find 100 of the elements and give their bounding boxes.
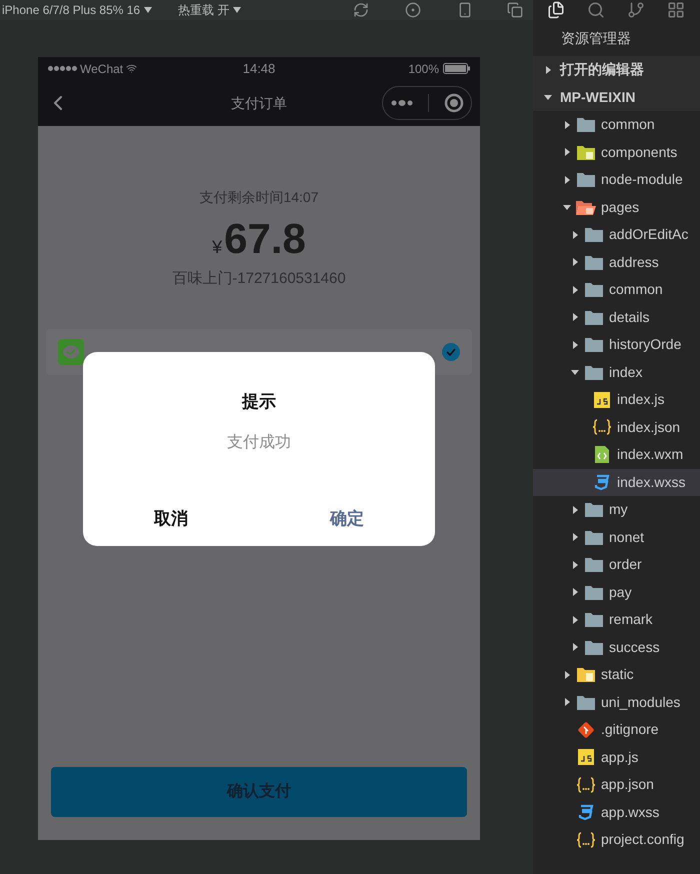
tree-item-label: index.json: [617, 418, 680, 437]
folder-icon: [585, 337, 603, 352]
tree-item[interactable]: index.wxss: [533, 468, 700, 496]
tree-item[interactable]: components: [533, 138, 700, 166]
extensions-icon[interactable]: [667, 1, 685, 19]
cancel-button[interactable]: 取消: [83, 506, 259, 530]
tree-item[interactable]: app.wxss: [533, 798, 700, 826]
caret-right-icon[interactable]: [563, 670, 571, 679]
device-select[interactable]: iPhone 6/7/8 Plus 85% 16: [2, 4, 152, 16]
tree-item[interactable]: success: [533, 634, 700, 661]
tree-item[interactable]: common: [533, 111, 700, 138]
tree-item[interactable]: app.js: [533, 744, 700, 771]
tree-item[interactable]: common: [533, 276, 700, 304]
caret-down-icon[interactable]: [544, 93, 552, 102]
files-icon[interactable]: [547, 1, 565, 19]
js-file-icon: [594, 392, 610, 408]
caret-down-icon: [144, 7, 152, 13]
caret-right-icon[interactable]: [571, 588, 579, 596]
chat-app-icon: [58, 338, 84, 364]
tree-item[interactable]: nonet: [533, 524, 700, 551]
hot-reload-select[interactable]: 热重载 开: [178, 4, 242, 16]
caret-right-icon[interactable]: [563, 698, 571, 706]
caret-right-icon[interactable]: [571, 313, 579, 322]
caret-right-icon[interactable]: [563, 176, 571, 184]
folder-icon: [577, 144, 595, 160]
tree-item-label: success: [609, 638, 660, 657]
tree-item[interactable]: pages: [533, 194, 700, 221]
folder-icon: [585, 364, 603, 380]
tree-item[interactable]: historyOrde: [533, 331, 700, 358]
search-icon[interactable]: [587, 1, 605, 19]
branch-icon[interactable]: [627, 1, 645, 19]
caret-right-icon[interactable]: [563, 120, 571, 129]
tree-item-label: order: [609, 555, 642, 574]
tree-item[interactable]: index.js: [533, 386, 700, 414]
caret-right-icon[interactable]: [571, 230, 579, 239]
braces-icon: [576, 832, 596, 848]
caret-right-icon[interactable]: [571, 258, 579, 266]
dialog-message: 支付成功: [227, 432, 291, 452]
countdown-text: 支付剩余时间14:07: [199, 188, 319, 207]
copy-icon[interactable]: [507, 2, 523, 18]
caret-right-icon[interactable]: [571, 533, 579, 542]
caret-down-icon[interactable]: [563, 203, 571, 212]
caret-right-icon[interactable]: [571, 643, 579, 652]
folder-icon: [585, 640, 603, 655]
capsule-menu[interactable]: [382, 86, 472, 120]
tree-item[interactable]: node-module: [533, 166, 700, 194]
tree-item-label: common: [601, 115, 655, 134]
tree-item-label: addOrEditAc: [609, 225, 688, 244]
caret-down-icon[interactable]: [571, 368, 579, 376]
folder-icon: [577, 172, 595, 188]
folder-icon: [577, 117, 595, 132]
caret-right-icon[interactable]: [563, 148, 571, 156]
caret-right-icon[interactable]: [571, 506, 579, 514]
close-icon[interactable]: [444, 93, 464, 113]
section-header[interactable]: MP-WEIXIN: [533, 84, 700, 111]
more-icon[interactable]: [390, 99, 412, 107]
tree-item-label: historyOrde: [609, 335, 682, 354]
refresh-icon[interactable]: [353, 2, 369, 18]
folder-icon: [585, 557, 603, 572]
tree-item[interactable]: order: [533, 551, 700, 578]
open-folder-icon: [576, 200, 596, 215]
record-icon[interactable]: [405, 2, 421, 18]
tree-item-label: app.js: [601, 748, 638, 767]
tree-item[interactable]: uni_modules: [533, 688, 700, 716]
tree-item[interactable]: index.json: [533, 414, 700, 441]
tree-item[interactable]: pay: [533, 578, 700, 606]
tree-item[interactable]: remark: [533, 606, 700, 634]
tree-item[interactable]: .gitignore: [533, 716, 700, 744]
tree-item[interactable]: app.json: [533, 771, 700, 798]
caret-right-icon[interactable]: [544, 66, 552, 74]
caret-right-icon[interactable]: [571, 616, 579, 624]
folder-icon: [585, 227, 603, 242]
caret-right-icon[interactable]: [571, 560, 579, 569]
tree-item[interactable]: details: [533, 304, 700, 331]
tree-item-label: common: [609, 280, 663, 300]
tree-item-label: components: [601, 142, 678, 162]
phone-icon[interactable]: [457, 2, 473, 18]
tree-item[interactable]: my: [533, 496, 700, 524]
caret-right-icon[interactable]: [571, 286, 579, 294]
caret-right-icon[interactable]: [571, 340, 579, 349]
tree-item-label: project.config: [601, 830, 684, 850]
confirm-button[interactable]: 确定: [259, 506, 435, 530]
tree-item[interactable]: addOrEditAc: [533, 221, 700, 248]
folder-icon: [577, 694, 595, 710]
css-icon: [594, 474, 610, 490]
tree-item-label: uni_modules: [601, 692, 680, 712]
tree-item[interactable]: project.config: [533, 826, 700, 854]
tree-item[interactable]: index.wxm: [533, 441, 700, 468]
nav-title: 支付订单: [230, 94, 288, 112]
js-file-icon: [578, 749, 594, 766]
panel-title: 资源管理器: [561, 28, 631, 48]
section-header[interactable]: 打开的编辑器: [533, 56, 700, 84]
tree-item-label: nonet: [609, 528, 644, 547]
tree-item[interactable]: index: [533, 358, 700, 386]
css-icon: [578, 804, 594, 820]
tree-item[interactable]: address: [533, 248, 700, 276]
tree-item-label: .gitignore: [601, 720, 659, 740]
tree-item-label: index: [609, 362, 642, 382]
tree-item-label: my: [609, 500, 628, 520]
tree-item[interactable]: static: [533, 661, 700, 688]
